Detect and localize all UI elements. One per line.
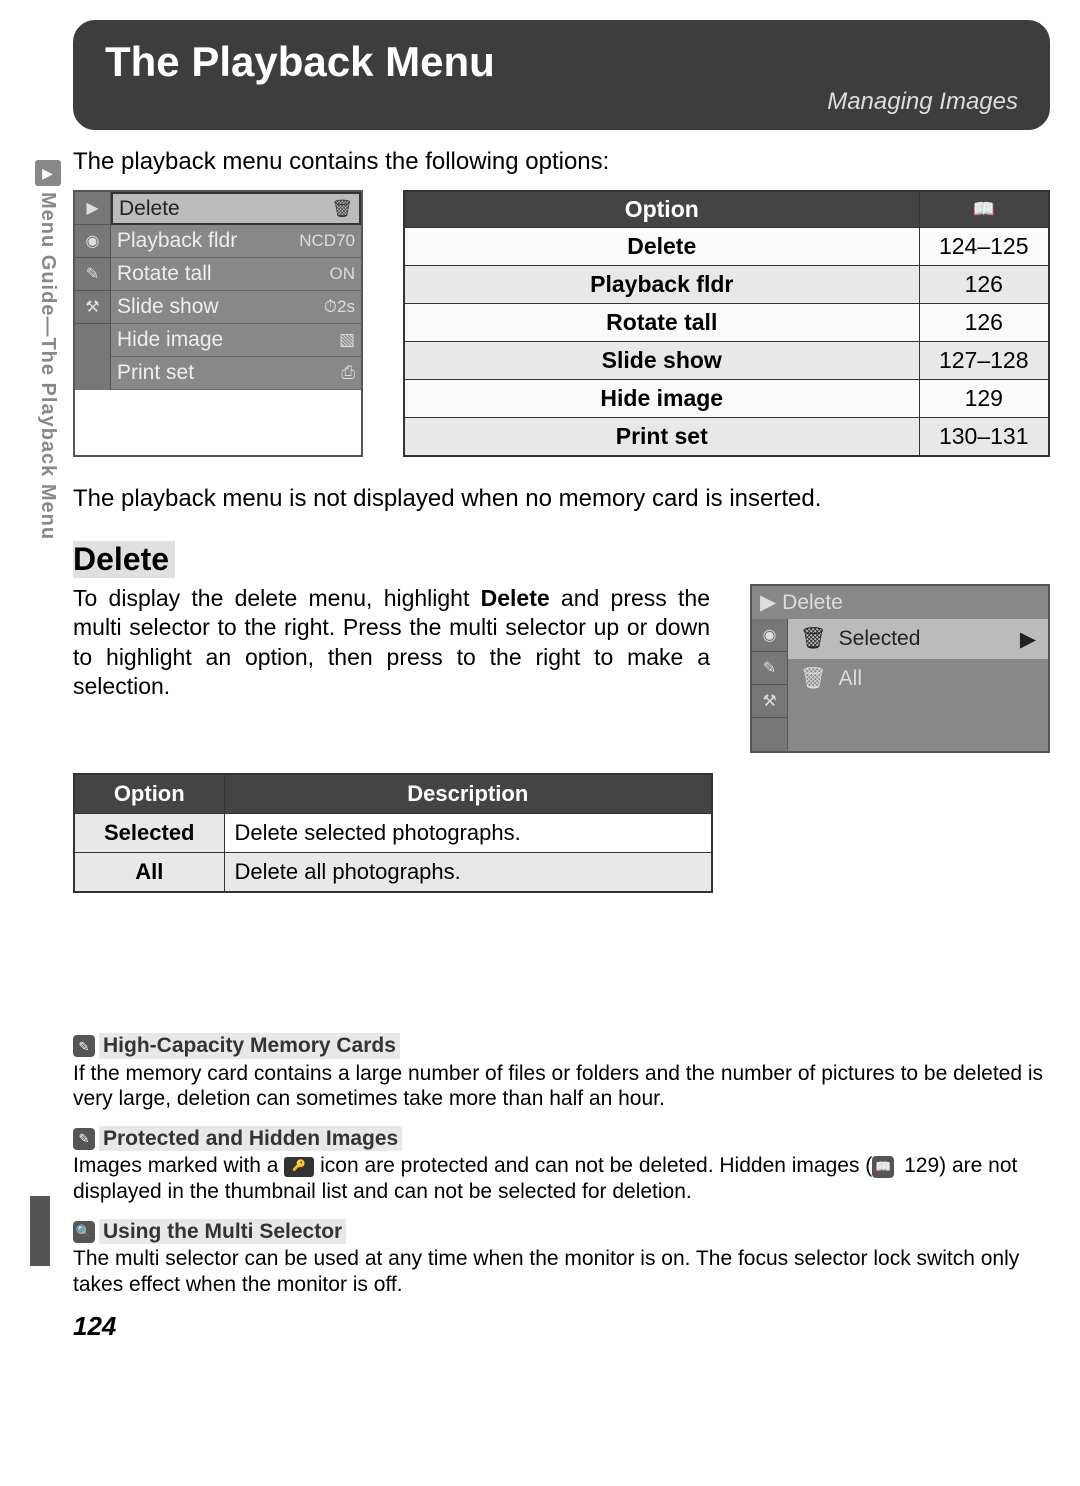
- option-name: Rotate tall: [404, 304, 919, 342]
- menu-item-value: 🗑: [331, 199, 353, 219]
- menu-item-value: ⎙: [341, 363, 355, 383]
- option-name: Print set: [404, 418, 919, 457]
- option-pages: 130–131: [919, 418, 1049, 457]
- playback-icon: ▶: [760, 590, 776, 615]
- footnote-body: Images marked with a 🔑 icon are protecte…: [73, 1153, 1050, 1204]
- menu-item-value: ⏱2s: [324, 297, 355, 317]
- footnote-icon: ✎: [73, 1128, 95, 1150]
- footnote-title: Using the Multi Selector: [99, 1219, 346, 1245]
- delete-instructions: To display the delete menu, highlight De…: [73, 584, 710, 753]
- intro-text: The playback menu contains the following…: [73, 148, 1050, 176]
- delete-menu-screenshot: ▶ Delete ◉ ✎ ⚒ 🗑 Selected ▶ 🗑 All: [750, 584, 1050, 753]
- delete-option-label: All: [839, 667, 862, 691]
- playback-icon: ▶: [35, 160, 61, 186]
- footnote-title: Protected and Hidden Images: [99, 1126, 402, 1152]
- menu-item-label: Delete: [119, 197, 180, 221]
- menu-item: Slide show ⏱2s: [111, 291, 361, 324]
- footnote: 🔍 Using the Multi SelectorThe multi sele…: [73, 1219, 1050, 1298]
- selector-arrow-icon: ▶: [1020, 627, 1036, 652]
- playback-menu-screenshot: ▶ ◉ ✎ ⚒ Delete 🗑 Playback fldr NCD70 Rotate …: [73, 190, 363, 457]
- protect-key-icon: 🔑: [284, 1157, 314, 1177]
- menu-icon-column: ▶ ◉ ✎ ⚒: [75, 192, 111, 390]
- footnote-body: The multi selector can be used at any ti…: [73, 1246, 1050, 1297]
- page-number: 124: [73, 1311, 1050, 1342]
- footnote-icon: ✎: [73, 1035, 95, 1057]
- desc-option: All: [74, 853, 224, 893]
- delete-option-description-table: Option Description SelectedDelete select…: [73, 773, 713, 893]
- title-banner: The Playback Menu Managing Images: [73, 20, 1050, 130]
- desc-option: Selected: [74, 814, 224, 853]
- menu-item-label: Rotate tall: [117, 262, 212, 286]
- trash-icon: 🗑: [800, 627, 827, 651]
- footnote: ✎ High-Capacity Memory CardsIf the memor…: [73, 1033, 1050, 1112]
- tab-playback-icon: ▶: [75, 192, 110, 225]
- no-card-note: The playback menu is not displayed when …: [73, 485, 1050, 513]
- page-ref-icon: 📖: [872, 1156, 894, 1178]
- blank-row: [788, 699, 1048, 739]
- menu-item: Print set ⎙: [111, 357, 361, 390]
- tab-csm-icon: ✎: [75, 258, 110, 291]
- menu-item-value: ▧: [339, 330, 355, 350]
- delete-option-row: 🗑 All: [788, 659, 1048, 699]
- side-label: Menu Guide—The Playback Menu: [36, 192, 59, 540]
- menu-item-label: Playback fldr: [117, 229, 237, 253]
- footnote-body: If the memory card contains a large numb…: [73, 1061, 1050, 1112]
- tab-setup-icon: ⚒: [75, 291, 110, 324]
- menu-item-label: Hide image: [117, 328, 223, 352]
- trash-icon: 🗑: [800, 667, 827, 691]
- delete-heading: Delete: [73, 541, 175, 578]
- description-header: Description: [224, 774, 712, 814]
- option-pages: 126: [919, 266, 1049, 304]
- page-ref-header-icon: 📖: [919, 191, 1049, 228]
- option-pages: 129: [919, 380, 1049, 418]
- option-pages: 124–125: [919, 228, 1049, 266]
- menu-item: Delete 🗑: [111, 192, 361, 225]
- menu-item-value: ON: [330, 264, 356, 284]
- delete-option-row: 🗑 Selected ▶: [788, 619, 1048, 659]
- menu-item-label: Slide show: [117, 295, 219, 319]
- page-title: The Playback Menu: [105, 38, 1018, 86]
- option-name: Slide show: [404, 342, 919, 380]
- footnote-title: High-Capacity Memory Cards: [99, 1033, 400, 1059]
- menu-item: Hide image ▧: [111, 324, 361, 357]
- desc-text: Delete all photographs.: [224, 853, 712, 893]
- menu-item-label: Print set: [117, 361, 194, 385]
- option-name: Hide image: [404, 380, 919, 418]
- menu-item-value: NCD70: [299, 231, 355, 251]
- option-header: Option: [404, 191, 919, 228]
- menu-item: Rotate tall ON: [111, 258, 361, 291]
- footnote-icon: 🔍: [73, 1221, 95, 1243]
- tab-shooting-icon: ◉: [75, 225, 110, 258]
- menu-item: Playback fldr NCD70: [111, 225, 361, 258]
- desc-text: Delete selected photographs.: [224, 814, 712, 853]
- side-tab: ▶ Menu Guide—The Playback Menu: [30, 160, 65, 1466]
- footnote: ✎ Protected and Hidden ImagesImages mark…: [73, 1126, 1050, 1205]
- options-page-table: Option 📖 Delete124–125Playback fldr126Ro…: [403, 190, 1050, 457]
- option-pages: 127–128: [919, 342, 1049, 380]
- delete-pane-title: Delete: [782, 591, 843, 615]
- page-subtitle: Managing Images: [105, 88, 1018, 116]
- option-name: Playback fldr: [404, 266, 919, 304]
- menu-icon-column: ◉ ✎ ⚒: [752, 619, 788, 751]
- option-header: Option: [74, 774, 224, 814]
- option-pages: 126: [919, 304, 1049, 342]
- delete-option-label: Selected: [839, 627, 921, 651]
- side-accent: [30, 1196, 50, 1266]
- option-name: Delete: [404, 228, 919, 266]
